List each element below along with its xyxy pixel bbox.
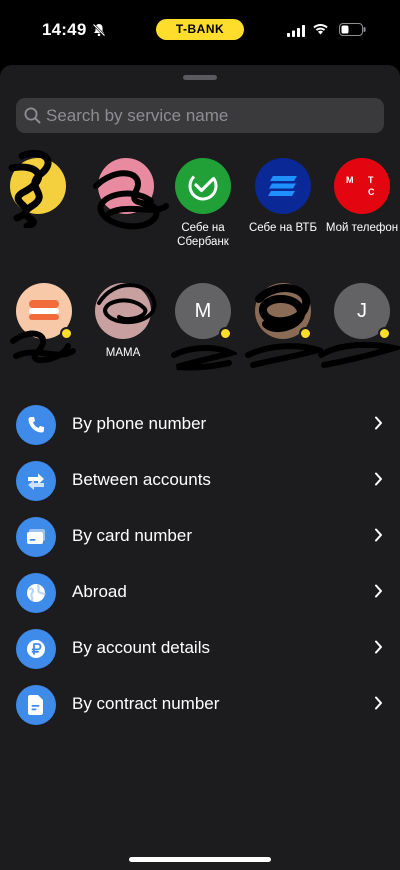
shortcut-contact-3[interactable] [4, 283, 84, 364]
contact-avatar [10, 283, 76, 364]
contact-avatar [93, 158, 169, 230]
contact-avatar: M [171, 283, 237, 371]
shortcut-mts[interactable]: М Т С Мой телефон [322, 158, 400, 235]
sheet-grabber[interactable] [183, 75, 217, 80]
menu-label: Between accounts [72, 470, 211, 489]
menu-row-card-number[interactable]: By card number [0, 508, 400, 564]
battery-icon [339, 23, 366, 41]
status-time: 14:49 [42, 20, 87, 39]
ruble-icon [16, 629, 56, 669]
contact-avatar [95, 283, 157, 339]
redaction-scribble [171, 345, 237, 371]
svg-text:С: С [368, 187, 375, 197]
shortcut-contact-m[interactable]: M [163, 283, 243, 371]
chevron-right-icon [374, 584, 383, 603]
menu-row-between-accounts[interactable]: Between accounts [0, 452, 400, 508]
chevron-right-icon [374, 416, 383, 435]
redaction-scribble [318, 341, 400, 368]
globe-icon [16, 573, 56, 613]
redaction-scribble [245, 343, 323, 368]
sberbank-logo [175, 158, 231, 214]
chevron-right-icon [374, 696, 383, 715]
shortcut-label: Себе на ВТБ [248, 222, 318, 234]
phone-icon [16, 405, 56, 445]
chevron-right-icon [374, 472, 383, 491]
menu-label: Abroad [72, 582, 127, 601]
menu-row-phone[interactable]: By phone number [0, 396, 400, 452]
contact-avatar: J [318, 283, 400, 368]
menu-row-abroad[interactable]: Abroad [0, 564, 400, 620]
shortcut-mama[interactable]: МАМА [83, 283, 163, 360]
search-input[interactable] [46, 98, 376, 133]
menu-label: By contract number [72, 694, 220, 713]
bank-badge: T-BANK [156, 19, 244, 40]
menu-row-account-details[interactable]: By account details [0, 620, 400, 676]
avatar-initial: M [194, 299, 212, 322]
silent-bell-icon [92, 23, 106, 42]
menu-row-contract-number[interactable]: By contract number [0, 676, 400, 732]
menu-label: By card number [72, 526, 192, 545]
shortcut-contact-1[interactable] [0, 149, 78, 228]
card-icon [16, 517, 56, 557]
vtb-logo [255, 158, 311, 214]
shortcut-sberbank[interactable]: Себе на Сбербанк [163, 158, 243, 249]
transfer-arrows-icon [16, 461, 56, 501]
mts-logo: М Т С [334, 158, 390, 214]
redaction-scribble [97, 283, 157, 325]
shortcut-label: Мой телефон [325, 222, 399, 234]
shortcut-contact-j[interactable]: J [318, 283, 400, 368]
chevron-right-icon [374, 528, 383, 547]
chevron-right-icon [374, 640, 383, 659]
contact-avatar [8, 149, 66, 228]
svg-text:М: М [346, 175, 354, 185]
transfer-sheet: Себе на Сбербанк Себе на ВТБ М Т С Мой т… [0, 65, 400, 870]
status-bar: 14:49 T-BANK [0, 0, 400, 62]
home-indicator[interactable] [129, 857, 271, 862]
wifi-icon [312, 22, 329, 40]
shortcut-vtb[interactable]: Себе на ВТБ [243, 158, 323, 235]
avatar-initial: J [357, 299, 367, 322]
shortcut-contact-4[interactable] [243, 283, 323, 368]
menu-label: By account details [72, 638, 210, 657]
signal-icon [287, 24, 305, 42]
svg-text:Т: Т [368, 175, 374, 185]
search-icon [24, 107, 41, 129]
redaction-scribble [8, 149, 52, 228]
menu-label: By phone number [72, 414, 207, 433]
shortcut-label: МАМА [105, 347, 141, 359]
document-icon [16, 685, 56, 725]
shortcut-contact-2[interactable] [86, 158, 169, 230]
redaction-scribble [10, 330, 76, 364]
contact-avatar [245, 283, 323, 368]
search-bar[interactable] [16, 98, 384, 133]
shortcut-label: Себе на Сбербанк [177, 222, 229, 248]
